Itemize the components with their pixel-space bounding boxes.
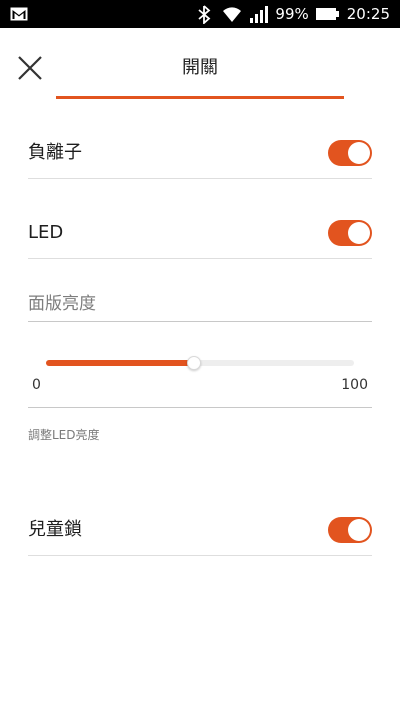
title-underline: [56, 96, 344, 99]
battery-percent: 99%: [275, 5, 309, 23]
header: 開關: [0, 28, 400, 98]
toggle-knob: [348, 222, 370, 244]
clock: 20:25: [346, 5, 390, 23]
brightness-helper-text: 調整LED亮度: [28, 428, 100, 442]
negative-ion-row: 負離子: [28, 128, 372, 179]
status-bar: 99% 20:25: [0, 0, 400, 28]
page-title: 開關: [182, 57, 218, 78]
child-lock-label: 兒童鎖: [28, 519, 82, 540]
led-label: LED: [28, 222, 64, 243]
slider-thumb[interactable]: [186, 356, 201, 370]
brightness-slider-area: 0 100: [28, 345, 372, 408]
negative-ion-toggle[interactable]: [328, 140, 372, 166]
toggle-knob: [348, 142, 370, 164]
panel-brightness-placeholder: 面版亮度: [28, 294, 96, 314]
wifi-icon: [221, 4, 243, 24]
signal-icon: [249, 4, 269, 24]
slider-max-label: 100: [341, 377, 368, 393]
toggle-knob: [348, 519, 370, 541]
led-row: LED: [28, 208, 372, 259]
slider-fill: [46, 360, 194, 366]
child-lock-toggle[interactable]: [328, 517, 372, 543]
negative-ion-label: 負離子: [28, 142, 82, 163]
gmail-icon: [10, 5, 28, 23]
brightness-slider[interactable]: [46, 356, 354, 370]
led-toggle[interactable]: [328, 220, 372, 246]
battery-icon: [315, 6, 341, 22]
bluetooth-icon: [195, 4, 215, 24]
child-lock-row: 兒童鎖: [28, 505, 372, 556]
panel-brightness-field[interactable]: 面版亮度: [28, 286, 372, 322]
slider-min-label: 0: [32, 377, 41, 393]
